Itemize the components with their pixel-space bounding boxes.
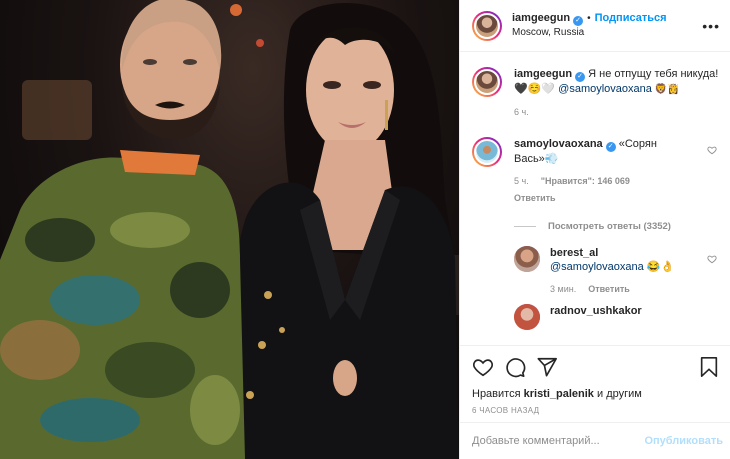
verified-icon: ✓ — [573, 16, 584, 26]
reply-item: radnov_ushkakor — [514, 304, 719, 330]
verified-icon: ✓ — [605, 142, 616, 152]
author-avatar[interactable] — [472, 10, 502, 41]
comments-list[interactable]: iamgeegun ✓ Я не отпущу тебя никуда!🖤☺️🤍 … — [460, 53, 730, 345]
reply-avatar[interactable] — [514, 304, 540, 330]
reply-meta: 3 мин. Ответить — [550, 282, 719, 296]
reply-username[interactable]: berest_al — [550, 247, 598, 259]
post-side-panel: iamgeegun ✓ • Подписаться Moscow, Russia ••… — [459, 0, 730, 459]
reply-body: radnov_ushkakor — [550, 304, 719, 330]
verified-icon: ✓ — [575, 72, 586, 82]
heart-icon[interactable] — [472, 356, 494, 378]
comment-input[interactable] — [472, 435, 645, 447]
post-timestamp[interactable]: 6 ЧАСОВ НАЗАД — [472, 406, 719, 415]
comment-item: samoylovaoxana ✓ «Сорян Вась»💨 5 ч. "Нрави… — [472, 137, 719, 205]
comment-likes[interactable]: "Нравится": 146 069 — [541, 176, 630, 186]
view-replies-line — [514, 226, 536, 227]
comment-heart-icon[interactable] — [707, 145, 717, 155]
author-username[interactable]: iamgeegun — [512, 12, 570, 24]
reply-avatar[interactable] — [514, 246, 540, 272]
caption: iamgeegun ✓ Я не отпущу тебя никуда!🖤☺️🤍 … — [472, 67, 719, 119]
likes-user[interactable]: kristi_palenik — [524, 388, 594, 400]
view-replies-button[interactable]: Посмотреть ответы (3352) — [514, 221, 719, 232]
caption-mention[interactable]: @samoylovaoxana — [558, 83, 652, 95]
view-replies-label: Посмотреть ответы (3352) — [548, 221, 671, 232]
reply-text: 😂👌 — [643, 261, 675, 273]
reply-time[interactable]: 3 мин. — [550, 284, 576, 294]
post-actions: Нравится kristi_palenik и другим 6 ЧАСОВ… — [460, 345, 730, 419]
bookmark-icon[interactable] — [699, 356, 719, 378]
separator-dot: • — [587, 13, 591, 24]
comment-meta: 5 ч. "Нравится": 146 069 — [514, 174, 719, 188]
reply-heart-icon[interactable] — [707, 254, 717, 264]
publish-button[interactable]: Опубликовать — [644, 435, 723, 447]
likes-suffix[interactable]: и другим — [594, 388, 642, 400]
couple-photo-illustration — [0, 0, 459, 459]
share-icon[interactable] — [536, 356, 558, 378]
add-comment-bar: Опубликовать — [460, 422, 730, 459]
caption-time[interactable]: 6 ч. — [514, 107, 529, 117]
caption-emoji: 🦁👸 — [651, 84, 680, 95]
follow-button[interactable]: Подписаться — [595, 12, 667, 24]
reply-reply-button[interactable]: Ответить — [588, 284, 630, 294]
reply-item: berest_al @samoylovaoxana 😂👌 3 мин. Ответ… — [514, 246, 719, 296]
caption-meta: 6 ч. — [514, 105, 719, 119]
comment-icon[interactable] — [504, 356, 526, 378]
action-icons — [472, 354, 719, 380]
post-location[interactable]: Moscow, Russia — [512, 26, 702, 39]
caption-body: iamgeegun ✓ Я не отпущу тебя никуда!🖤☺️🤍 … — [514, 67, 719, 119]
likes-summary: Нравится kristi_palenik и другим — [472, 388, 719, 400]
caption-avatar[interactable] — [472, 67, 502, 97]
author-info: iamgeegun ✓ • Подписаться Moscow, Russia — [512, 12, 702, 39]
reply-mention[interactable]: @samoylovaoxana — [550, 261, 644, 273]
comment-avatar[interactable] — [472, 137, 502, 167]
comment-username[interactable]: samoylovaoxana — [514, 138, 603, 150]
reply-button[interactable]: Ответить — [514, 191, 719, 205]
reply-username[interactable]: radnov_ushkakor — [550, 305, 642, 317]
post-header: iamgeegun ✓ • Подписаться Moscow, Russia ••… — [460, 0, 730, 52]
likes-prefix: Нравится — [472, 388, 524, 400]
post-photo[interactable] — [0, 0, 459, 459]
instagram-post: iamgeegun ✓ • Подписаться Moscow, Russia ••… — [0, 0, 730, 459]
more-icon[interactable]: ••• — [702, 18, 720, 34]
caption-username[interactable]: iamgeegun — [514, 68, 572, 80]
comment-body: samoylovaoxana ✓ «Сорян Вась»💨 5 ч. "Нрави… — [514, 137, 719, 205]
reply-body: berest_al @samoylovaoxana 😂👌 3 мин. Ответ… — [550, 246, 719, 296]
comment-time[interactable]: 5 ч. — [514, 176, 529, 186]
